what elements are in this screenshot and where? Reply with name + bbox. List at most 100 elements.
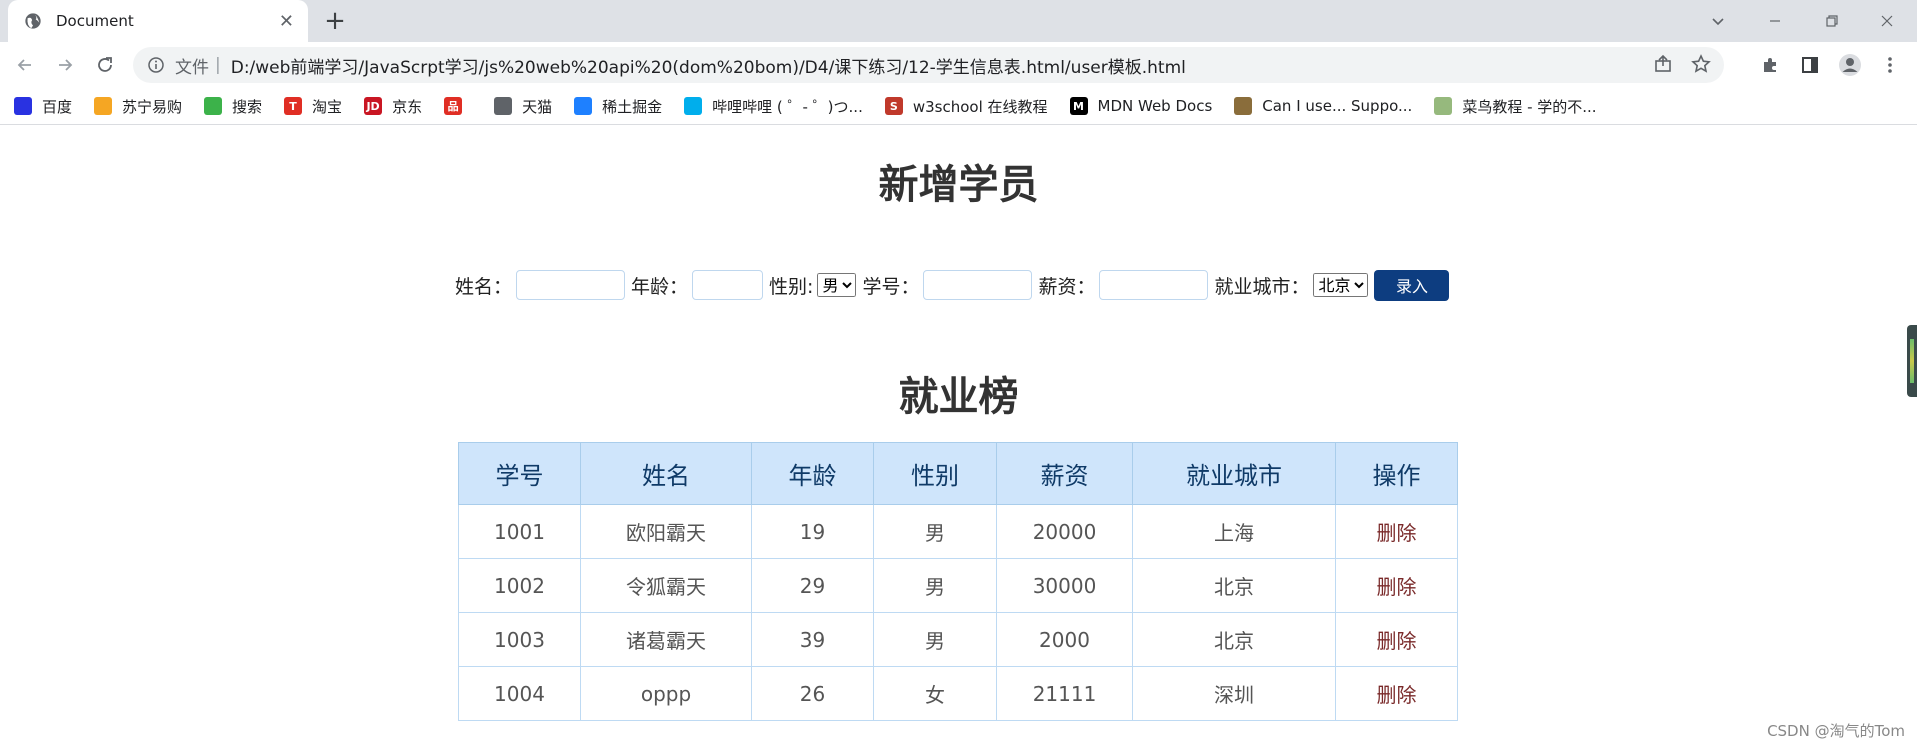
back-arrow-icon[interactable] bbox=[10, 50, 40, 80]
extensions-puzzle-icon[interactable] bbox=[1755, 50, 1785, 80]
bookmark-label: 淘宝 bbox=[312, 97, 343, 116]
student-table: 学号 姓名 年龄 性别 薪资 就业城市 操作 1001 欧阳霸天 19 男 20000 上海 删除 100… bbox=[458, 442, 1458, 721]
address-bar[interactable]: 文件 | D:/web前端学习/JavaScrpt学习/js%20web%20a… bbox=[133, 47, 1724, 83]
column-header: 姓名 bbox=[580, 442, 752, 505]
submit-button[interactable]: 录入 bbox=[1374, 269, 1450, 301]
new-tab-button[interactable]: + bbox=[320, 6, 350, 36]
bookmark-item[interactable]: T 淘宝 bbox=[284, 96, 342, 117]
url-text[interactable]: D:/web前端学习/JavaScrpt学习/js%20web%20api%20… bbox=[231, 53, 1186, 78]
gender-select[interactable]: 男 bbox=[817, 273, 857, 297]
age-input[interactable] bbox=[692, 270, 764, 300]
bookmark-label: 稀土掘金 bbox=[602, 97, 663, 116]
table-cell: oppp bbox=[580, 666, 752, 721]
tab-search-icon[interactable] bbox=[1688, 0, 1748, 42]
column-header: 操作 bbox=[1335, 442, 1458, 505]
pinduoduo-icon: 品 bbox=[444, 97, 463, 115]
bookmark-item[interactable]: 哔哩哔哩 ( ゜- ゜)つ... bbox=[684, 96, 863, 117]
delete-link[interactable]: 删除 bbox=[1335, 612, 1458, 667]
table-row: 1003 诸葛霸天 39 男 2000 北京 删除 bbox=[458, 612, 1458, 667]
browser-toolbar: 文件 | D:/web前端学习/JavaScrpt学习/js%20web%20a… bbox=[0, 42, 1917, 88]
bookmark-item[interactable]: JD 京东 bbox=[364, 96, 422, 117]
globe-icon bbox=[494, 97, 513, 115]
bookmark-label: 京东 bbox=[392, 97, 423, 116]
bookmark-item[interactable]: 搜索 bbox=[204, 96, 262, 117]
bookmark-item[interactable]: 苏宁易购 bbox=[94, 96, 182, 117]
city-label: 就业城市： bbox=[1214, 275, 1310, 298]
bookmark-label: 百度 bbox=[42, 97, 73, 116]
table-cell: 深圳 bbox=[1132, 666, 1336, 721]
add-student-form: 姓名： 年龄： 性别: 男 学号： 薪资： 就业城市： 北京 录入 bbox=[455, 269, 1450, 301]
delete-link[interactable]: 删除 bbox=[1335, 504, 1458, 559]
bookmark-item[interactable]: 稀土掘金 bbox=[574, 96, 662, 117]
table-cell: 男 bbox=[873, 612, 997, 667]
juejin-icon bbox=[574, 97, 593, 115]
table-cell: 20000 bbox=[996, 504, 1133, 559]
bookmark-item[interactable]: M MDN Web Docs bbox=[1069, 97, 1212, 115]
suning-lion-icon bbox=[94, 97, 113, 115]
column-header: 薪资 bbox=[996, 442, 1133, 505]
bookmark-star-icon[interactable] bbox=[1690, 53, 1712, 75]
reload-icon[interactable] bbox=[90, 50, 120, 80]
globe-icon bbox=[25, 13, 41, 29]
table-cell: 令狐霸天 bbox=[580, 558, 752, 613]
name-input[interactable] bbox=[516, 270, 626, 300]
bilibili-tv-icon bbox=[684, 97, 703, 115]
column-header: 年龄 bbox=[751, 442, 874, 505]
table-header-row: 学号 姓名 年龄 性别 薪资 就业城市 操作 bbox=[458, 442, 1458, 505]
table-cell: 诸葛霸天 bbox=[580, 612, 752, 667]
taobao-icon: T bbox=[284, 97, 303, 115]
tab-close-icon[interactable]: ✕ bbox=[279, 11, 294, 32]
bookmark-label: 哔哩哔哩 ( ゜- ゜)つ... bbox=[712, 97, 863, 116]
table-cell: 北京 bbox=[1132, 612, 1336, 667]
close-window-icon[interactable] bbox=[1857, 0, 1917, 42]
table-cell: 30000 bbox=[996, 558, 1133, 613]
forward-arrow-icon[interactable] bbox=[50, 50, 80, 80]
table-cell: 女 bbox=[873, 666, 997, 721]
bookmark-label: 天猫 bbox=[522, 97, 553, 116]
table-cell: 1002 bbox=[458, 558, 581, 613]
table-cell: 男 bbox=[873, 504, 997, 559]
table-row: 1001 欧阳霸天 19 男 20000 上海 删除 bbox=[458, 504, 1458, 559]
table-cell: 男 bbox=[873, 558, 997, 613]
mdn-icon: M bbox=[1069, 97, 1088, 115]
side-widget-handle[interactable] bbox=[1907, 325, 1917, 397]
student-id-input[interactable] bbox=[923, 270, 1033, 300]
chrome-menu-icon[interactable] bbox=[1875, 50, 1905, 80]
table-row: 1004 oppp 26 女 21111 深圳 删除 bbox=[458, 666, 1458, 721]
delete-link[interactable]: 删除 bbox=[1335, 666, 1458, 721]
jd-icon: JD bbox=[364, 97, 383, 115]
table-cell: 21111 bbox=[996, 666, 1133, 721]
bookmark-label: 菜鸟教程 - 学的不... bbox=[1462, 97, 1597, 116]
bookmark-item[interactable]: 品 bbox=[444, 97, 472, 115]
delete-link[interactable]: 删除 bbox=[1335, 558, 1458, 613]
scheme-label: 文件 bbox=[175, 57, 209, 78]
bookmark-item[interactable]: 菜鸟教程 - 学的不... bbox=[1434, 96, 1597, 117]
bookmark-item[interactable]: 天猫 bbox=[494, 96, 552, 117]
bookmark-item[interactable]: Sw3school 在线教程 bbox=[884, 96, 1048, 117]
restore-icon[interactable] bbox=[1802, 0, 1862, 42]
search-e-icon bbox=[204, 97, 223, 115]
side-panel-icon[interactable] bbox=[1795, 50, 1825, 80]
bookmark-item[interactable]: Can I use... Suppo... bbox=[1234, 97, 1412, 115]
table-cell: 1003 bbox=[458, 612, 581, 667]
bookmark-label: 搜索 bbox=[232, 97, 263, 116]
bookmark-item[interactable]: 百度 bbox=[14, 96, 72, 117]
table-row: 1002 令狐霸天 29 男 30000 北京 删除 bbox=[458, 558, 1458, 613]
profile-avatar-icon[interactable] bbox=[1835, 50, 1865, 80]
info-icon[interactable] bbox=[147, 56, 165, 74]
table-cell: 39 bbox=[751, 612, 874, 667]
share-icon[interactable] bbox=[1652, 53, 1674, 75]
tab-strip: Document ✕ + bbox=[0, 0, 1917, 42]
city-select[interactable]: 北京 bbox=[1313, 273, 1369, 297]
bookmark-label: Can I use... Suppo... bbox=[1262, 97, 1413, 115]
csdn-watermark: CSDN @淘气的Tom bbox=[1767, 722, 1905, 740]
table-cell: 19 bbox=[751, 504, 874, 559]
w3school-icon: S bbox=[884, 97, 903, 115]
tab-document[interactable]: Document ✕ bbox=[8, 0, 308, 42]
table-cell: 29 bbox=[751, 558, 874, 613]
age-label: 年龄： bbox=[631, 275, 689, 298]
salary-input[interactable] bbox=[1099, 270, 1209, 300]
table-cell: 北京 bbox=[1132, 558, 1336, 613]
runoob-icon bbox=[1434, 97, 1453, 115]
minimize-icon[interactable] bbox=[1745, 0, 1805, 42]
